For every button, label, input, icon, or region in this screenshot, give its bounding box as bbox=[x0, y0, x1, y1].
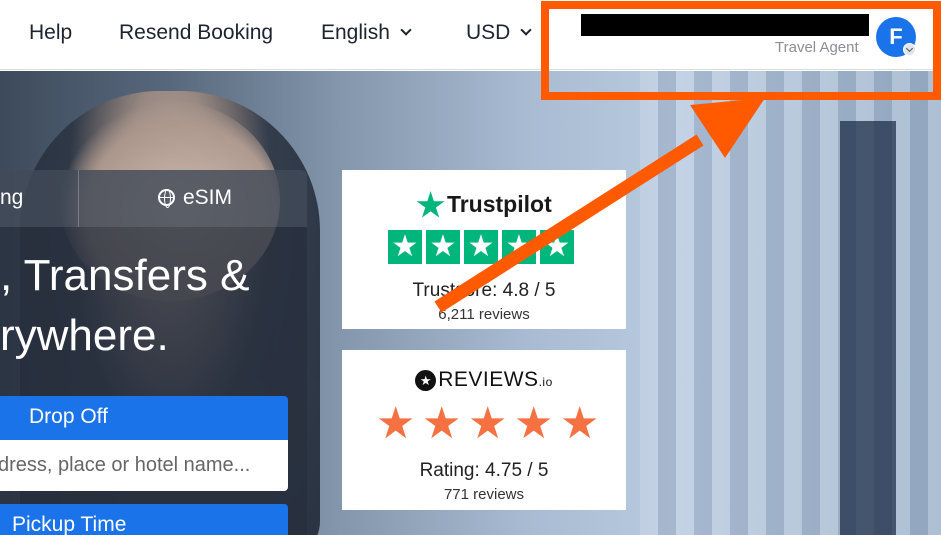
star-icon: ★ bbox=[502, 230, 536, 264]
tab-divider bbox=[78, 170, 79, 227]
pickup-time-label[interactable]: Pickup Time bbox=[0, 504, 288, 535]
star-icon: ★ bbox=[514, 399, 554, 448]
star-icon: ★ bbox=[376, 399, 416, 448]
nav-help-link[interactable]: Help bbox=[29, 21, 72, 45]
trustpilot-stars: ★ ★ ★ ★ ★ bbox=[388, 230, 574, 264]
star-icon: ★ bbox=[540, 230, 574, 264]
star-icon: ★ bbox=[388, 230, 422, 264]
chevron-down-icon bbox=[520, 24, 533, 36]
reviewsio-brand-text: REVIEWS bbox=[438, 368, 539, 391]
building-pillar bbox=[840, 121, 896, 535]
star-icon: ★ bbox=[426, 230, 460, 264]
star-icon: ★ bbox=[464, 230, 498, 264]
globe-icon bbox=[158, 189, 175, 208]
star-icon: ★ bbox=[468, 399, 508, 448]
star-icon: ★ bbox=[422, 399, 462, 448]
reviewsio-review-count: 771 reviews bbox=[443, 486, 525, 503]
language-selector[interactable]: English bbox=[321, 21, 412, 45]
currency-selector[interactable]: USD bbox=[466, 21, 533, 45]
annotation-highlight-box bbox=[541, 1, 941, 100]
nav-resend-booking-link[interactable]: Resend Booking bbox=[119, 21, 273, 45]
trustpilot-score-suffix: ore: 4.8 / 5 bbox=[464, 280, 556, 301]
tab-esim-label: eSIM bbox=[183, 186, 233, 209]
reviewsio-brand-suffix: .io bbox=[538, 375, 553, 389]
trustpilot-score-prefix: Trusts bbox=[412, 280, 465, 301]
reviewsio-star-icon: ★ bbox=[415, 370, 437, 391]
trustpilot-review-count: 6,211 reviews bbox=[438, 306, 530, 323]
star-icon: ★ bbox=[560, 399, 600, 448]
dropoff-input[interactable] bbox=[0, 440, 288, 491]
reviewsio-rating: Rating: 4.75 / 5 bbox=[419, 460, 549, 481]
currency-label: USD bbox=[466, 21, 511, 44]
trustpilot-score: Trustsore: 4.8 / 5 bbox=[342, 280, 626, 302]
reviewsio-logo: ★ REVIEWS.io bbox=[342, 368, 626, 392]
trustpilot-star-icon: ★ bbox=[416, 187, 445, 223]
trustpilot-logo: ★Trustpilot bbox=[342, 186, 626, 224]
reviewsio-widget[interactable]: ★ REVIEWS.io ★ ★ ★ ★ ★ Rating: 4.75 / 5 7… bbox=[342, 350, 626, 510]
tab-partial[interactable]: ng bbox=[0, 186, 23, 210]
trustpilot-brand-text: Trustpilot bbox=[446, 191, 552, 217]
chevron-down-icon bbox=[400, 24, 412, 36]
language-label: English bbox=[321, 21, 390, 44]
trustpilot-widget[interactable]: ★Trustpilot ★ ★ ★ ★ ★ Trustsore: 4.8 / 5… bbox=[342, 170, 626, 329]
tab-esim[interactable]: eSIM bbox=[158, 186, 232, 210]
hero-headline-line2: rywhere. bbox=[0, 311, 169, 360]
dropoff-label: Drop Off bbox=[0, 396, 288, 440]
reviewsio-stars: ★ ★ ★ ★ ★ bbox=[376, 399, 600, 448]
product-tabs: ng eSIM bbox=[0, 170, 307, 227]
hero-headline-line1: , Transfers & bbox=[0, 251, 250, 300]
